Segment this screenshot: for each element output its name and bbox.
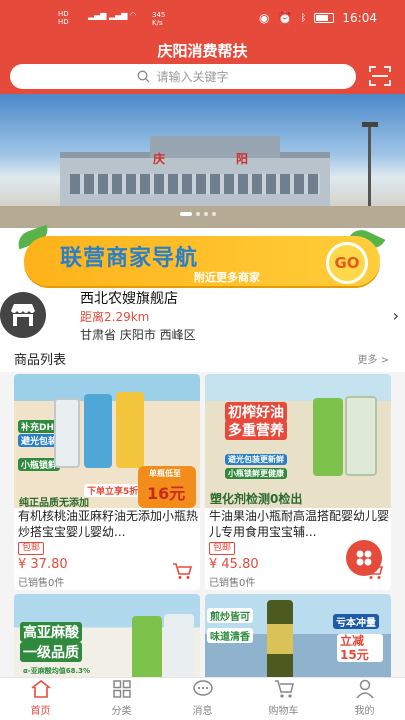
search-placeholder: 请输入关键字 <box>156 70 229 84</box>
tab-label: 购物车 <box>268 706 299 717</box>
product-image: 初榨好油 多重营养 避光包装更新鲜 小瓶锁鲜更健康 塑化剂检测0检出 <box>205 374 391 508</box>
tab-label: 我的 <box>354 706 375 717</box>
page-title: 庆阳消费帮扶 <box>157 42 248 60</box>
sold-count: 已销售0件 <box>209 578 256 589</box>
search-icon <box>138 70 150 83</box>
bluetooth-icon: ᛒ <box>300 12 307 24</box>
free-shipping-badge: 包邮 <box>18 542 45 555</box>
tab-profile[interactable]: 我的 <box>324 678 405 720</box>
product-image: 高亚麻酸 一级品质 α-亚麻酸均值68.3% <box>14 594 200 680</box>
store-icon <box>0 292 46 338</box>
product-grid: 补充DHA 避光包装 小瓶锁鲜 下单立享5折 纯正品质无添加 单瓶低至 16元 … <box>0 372 405 680</box>
wifi-icon: ◠ <box>130 11 137 19</box>
nav-subtitle: 附近更多商家 <box>194 271 260 284</box>
tab-home[interactable]: 首页 <box>0 678 81 720</box>
product-card[interactable]: 高亚麻酸 一级品质 α-亚麻酸均值68.3% <box>14 594 200 680</box>
carousel-indicator <box>180 212 216 216</box>
section-title: 商品列表 <box>14 353 67 368</box>
store-item[interactable]: 西北农嫂旗舰店 距离2.29km 甘肃省 庆阳市 西峰区 › <box>0 288 405 344</box>
bottom-tab-bar: 首页 分类 消息 购物车 我的 <box>0 677 405 720</box>
eye-icon: ◉ <box>258 11 270 25</box>
station-building <box>60 136 330 207</box>
store-distance: 距离2.29km <box>80 310 150 324</box>
nav-title: 联营商家导航 <box>60 246 199 271</box>
station-sign: 阳 <box>236 152 249 166</box>
tab-cart[interactable]: 购物车 <box>243 678 324 720</box>
home-icon <box>31 679 50 698</box>
merchant-nav-section: 联营商家导航 附近更多商家 GO <box>0 224 405 288</box>
product-image: 煎炒皆可 味道清香 亏本冲量 立减15元 <box>205 594 391 680</box>
product-name: 牛油果油小瓶耐高温搭配婴幼儿婴儿专用食用宝宝辅... <box>209 509 389 539</box>
product-list-header: 商品列表 更多 > <box>0 344 405 372</box>
profile-icon <box>355 679 374 699</box>
header: 庆阳消费帮扶 请输入关键字 <box>0 36 405 94</box>
chevron-right-icon[interactable]: › <box>393 306 399 325</box>
tab-label: 分类 <box>111 706 132 717</box>
store-address: 甘肃省 庆阳市 西峰区 <box>80 328 196 342</box>
scan-icon[interactable] <box>369 66 391 86</box>
tab-label: 首页 <box>30 706 51 717</box>
product-card[interactable]: 煎炒皆可 味道清香 亏本冲量 立减15元 <box>205 594 391 680</box>
tab-label: 消息 <box>192 706 213 717</box>
network-speed: 345 K/s <box>152 11 166 27</box>
search-input[interactable]: 请输入关键字 <box>10 64 356 89</box>
cart-icon[interactable] <box>172 562 192 580</box>
banner-carousel[interactable]: 庆 阳 <box>0 94 405 228</box>
signal-icon: ▂▄▆ ▂▄▆ <box>88 11 128 20</box>
go-button[interactable]: GO <box>326 242 368 284</box>
station-sign: 庆 <box>153 152 166 166</box>
category-icon <box>112 680 131 698</box>
product-image: 补充DHA 避光包装 小瓶锁鲜 下单立享5折 纯正品质无添加 单瓶低至 16元 <box>14 374 200 509</box>
cart-icon <box>274 680 294 698</box>
floating-menu-button[interactable] <box>346 540 382 576</box>
product-price: ¥ 45.80 <box>209 557 259 572</box>
store-name: 西北农嫂旗舰店 <box>80 291 178 307</box>
product-price: ¥ 37.80 <box>18 557 68 572</box>
tab-message[interactable]: 消息 <box>162 678 243 720</box>
tab-category[interactable]: 分类 <box>81 678 162 720</box>
merchant-nav-banner[interactable]: 联营商家导航 附近更多商家 GO <box>24 236 380 286</box>
free-shipping-badge: 包邮 <box>209 542 236 555</box>
status-bar: HD HD ▂▄▆ ▂▄▆ ◠ 345 K/s ◉ ⏰ ᛒ 16:04 <box>0 0 405 36</box>
more-link[interactable]: 更多 > <box>357 351 389 366</box>
ground <box>0 206 405 228</box>
sold-count: 已销售0件 <box>18 578 65 589</box>
clock: 16:04 <box>342 11 377 25</box>
product-name: 有机核桃油亚麻籽油无添加小瓶热炒搭宝宝婴儿婴幼... <box>18 509 198 539</box>
battery-icon <box>314 13 335 23</box>
product-card[interactable]: 补充DHA 避光包装 小瓶锁鲜 下单立享5折 纯正品质无添加 单瓶低至 16元 … <box>14 374 200 590</box>
grid-icon <box>356 550 372 566</box>
alarm-icon: ⏰ <box>277 11 293 25</box>
hd-indicator: HD HD <box>58 10 69 26</box>
message-icon <box>192 680 213 696</box>
